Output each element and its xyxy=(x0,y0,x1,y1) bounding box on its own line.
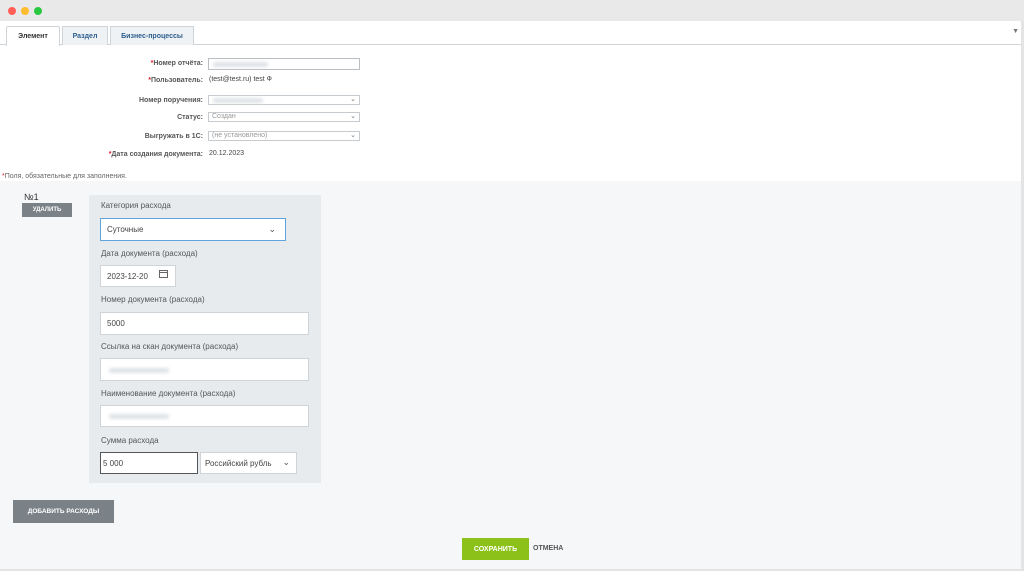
export-1c-select-value: (не установлено) xyxy=(212,132,268,139)
chevron-down-icon: ⌄ xyxy=(350,96,356,103)
export-1c-row: Выгружать в 1С: (не установлено) ⌄ xyxy=(0,131,1021,145)
tab-element[interactable]: Элемент xyxy=(6,26,60,46)
app-window: Элемент Раздел Бизнес-процессы ▼ *Номер … xyxy=(0,21,1021,569)
doc-number-value: 5000 xyxy=(107,319,125,328)
user-label: *Пользователь: xyxy=(148,77,203,84)
scan-link-label: Ссылка на скан документа (расхода) xyxy=(101,342,239,351)
status-row: Статус: Создан ⌄ xyxy=(0,112,1021,126)
tab-menu-arrow-icon[interactable]: ▼ xyxy=(1012,28,1019,35)
save-button[interactable]: СОХРАНИТЬ xyxy=(462,538,529,560)
window-titlebar xyxy=(0,0,1024,21)
doc-number-input[interactable]: 5000 xyxy=(100,312,309,335)
export-1c-label: Выгружать в 1С: xyxy=(144,133,203,140)
doc-date-value: 20.12.2023 xyxy=(209,150,245,157)
chevron-down-icon: ⌄ xyxy=(268,223,276,234)
doc-date-row: *Дата создания документа: 20.12.2023 xyxy=(0,149,1021,163)
delete-button[interactable]: УДАЛИТЬ xyxy=(22,203,72,217)
category-select[interactable]: Суточные ⌄ xyxy=(100,218,286,241)
category-label: Категория расхода xyxy=(101,201,171,210)
tab-label: Элемент xyxy=(18,33,48,40)
tab-section[interactable]: Раздел xyxy=(62,26,108,45)
category-value: Суточные xyxy=(107,225,144,234)
doc-date-input[interactable]: 2023-12-20 xyxy=(100,265,176,287)
cancel-link[interactable]: ОТМЕНА xyxy=(533,545,563,552)
doc-name-input[interactable] xyxy=(100,405,309,427)
doc-name-label: Наименование документа (расхода) xyxy=(101,389,236,398)
currency-value: Российский рубль xyxy=(205,458,272,468)
user-value: (test@test.ru) test Ф xyxy=(209,76,272,83)
redacted-value xyxy=(109,368,169,373)
report-number-input[interactable] xyxy=(208,58,360,70)
scan-link-input[interactable] xyxy=(100,358,309,381)
amount-value: 5 000 xyxy=(103,458,124,468)
chevron-down-icon: ⌄ xyxy=(282,456,290,467)
order-number-row: Номер поручения: ⌄ xyxy=(0,95,1021,109)
window-close-icon[interactable] xyxy=(8,7,16,15)
tab-label: Раздел xyxy=(72,32,98,40)
status-select[interactable]: Создан ⌄ xyxy=(208,112,360,122)
currency-select[interactable]: Российский рубль ⌄ xyxy=(200,452,297,474)
chevron-down-icon: ⌄ xyxy=(350,132,356,139)
add-expenses-button[interactable]: ДОБАВИТЬ РАСХОДЫ xyxy=(13,500,114,523)
redacted-value xyxy=(109,414,169,419)
chevron-down-icon: ⌄ xyxy=(350,113,356,120)
doc-date-input-value: 2023-12-20 xyxy=(107,271,148,281)
required-note: *Поля, обязательные для заполнения. xyxy=(2,173,127,180)
calendar-icon[interactable] xyxy=(159,270,168,278)
user-row: *Пользователь: (test@test.ru) test Ф xyxy=(0,75,1021,89)
order-number-select[interactable]: ⌄ xyxy=(208,95,360,105)
amount-label: Сумма расхода xyxy=(101,436,159,445)
report-number-row: *Номер отчёта: xyxy=(0,58,1021,72)
window-zoom-icon[interactable] xyxy=(34,7,42,15)
doc-date-field-label: Дата документа (расхода) xyxy=(101,249,198,258)
order-number-label: Номер поручения: xyxy=(138,97,203,104)
report-number-label: *Номер отчёта: xyxy=(150,60,203,67)
doc-number-label: Номер документа (расхода) xyxy=(101,295,205,304)
redacted-value xyxy=(213,62,268,67)
doc-date-label: *Дата создания документа: xyxy=(108,151,203,158)
amount-input[interactable]: 5 000 xyxy=(100,452,198,474)
tab-label: Бизнес-процессы xyxy=(121,32,183,40)
redacted-value xyxy=(213,98,263,103)
tab-business-processes[interactable]: Бизнес-процессы xyxy=(110,26,194,45)
tab-bar: Элемент Раздел Бизнес-процессы ▼ xyxy=(0,21,1021,46)
status-select-value: Создан xyxy=(212,113,236,120)
expense-number: №1 xyxy=(24,192,39,202)
window-minimize-icon[interactable] xyxy=(21,7,29,15)
status-label: Статус: xyxy=(177,114,203,121)
export-1c-select[interactable]: (не установлено) ⌄ xyxy=(208,131,360,141)
